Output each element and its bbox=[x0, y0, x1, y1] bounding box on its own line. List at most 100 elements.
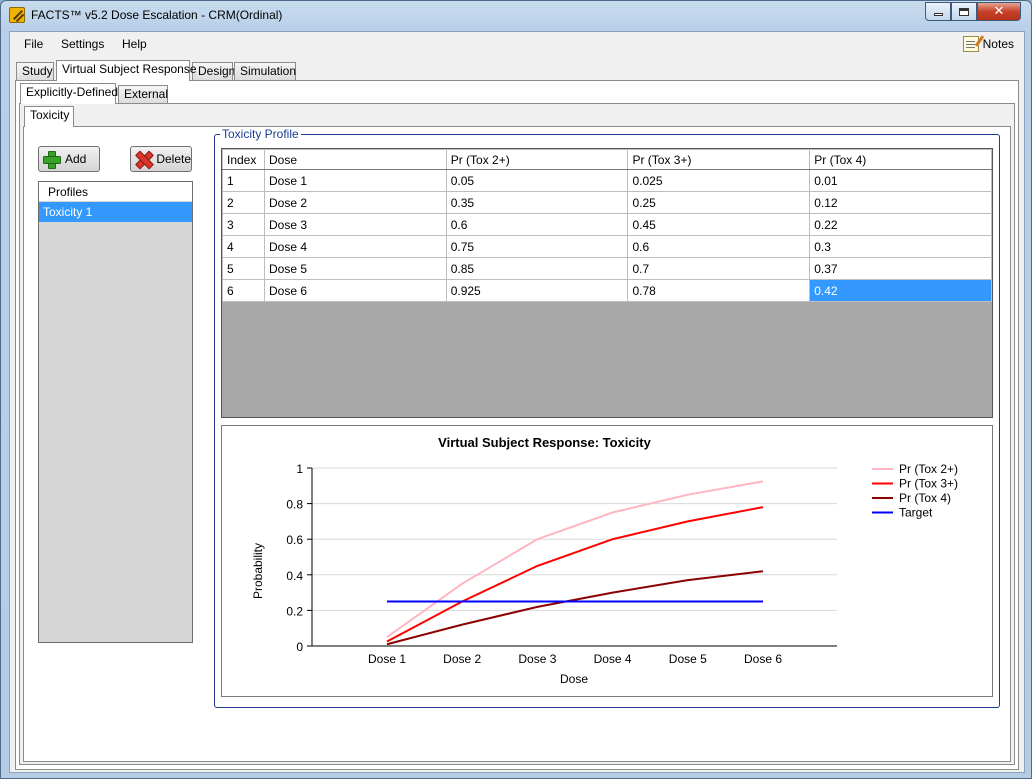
y-tick-label: 0.2 bbox=[286, 604, 303, 618]
cell-dose[interactable]: Dose 4 bbox=[263, 235, 447, 258]
cell-index[interactable]: 2 bbox=[222, 191, 265, 214]
profile-item-toxicity-1[interactable]: Toxicity 1 bbox=[39, 202, 192, 222]
cell-pr-tox-3plus[interactable]: 0.7 bbox=[627, 257, 811, 280]
legend-label: Pr (Tox 4) bbox=[899, 491, 951, 505]
table-row[interactable]: 4 Dose 4 0.75 0.6 0.3 bbox=[222, 235, 992, 258]
table-row[interactable]: 3 Dose 3 0.6 0.45 0.22 bbox=[222, 213, 992, 236]
cell-index[interactable]: 6 bbox=[222, 279, 265, 302]
y-tick-label: 0 bbox=[296, 640, 303, 654]
delete-button[interactable]: Delete bbox=[130, 146, 192, 172]
y-tick-label: 0.6 bbox=[286, 533, 303, 547]
virtual-subject-response-panel: Explicitly-Defined External Toxicity Add… bbox=[15, 80, 1019, 770]
x-tick-label: Dose 4 bbox=[594, 652, 632, 666]
client-area: File Settings Help Notes Study Virtual S… bbox=[9, 31, 1025, 773]
profiles-list[interactable]: Profiles Toxicity 1 bbox=[38, 181, 193, 643]
menu-bar: File Settings Help Notes bbox=[10, 32, 1024, 56]
cell-dose[interactable]: Dose 5 bbox=[263, 257, 447, 280]
window-title: FACTS™ v5.2 Dose Escalation - CRM(Ordina… bbox=[31, 8, 283, 22]
minimize-button[interactable] bbox=[925, 2, 951, 21]
table-row[interactable]: 1 Dose 1 0.05 0.025 0.01 bbox=[222, 169, 992, 192]
column-header-pr-tox-4[interactable]: Pr (Tox 4) bbox=[809, 149, 992, 170]
tab-explicitly-defined[interactable]: Explicitly-Defined bbox=[20, 83, 118, 104]
cell-pr-tox-3plus[interactable]: 0.45 bbox=[627, 213, 811, 236]
cell-pr-tox-4[interactable]: 0.42 bbox=[809, 279, 992, 302]
toxicity-profile-grid[interactable]: Index Dose Pr (Tox 2+) Pr (Tox 3+) Pr (T… bbox=[221, 148, 993, 418]
cell-pr-tox-4[interactable]: 0.3 bbox=[809, 235, 992, 258]
table-row[interactable]: 2 Dose 2 0.35 0.25 0.12 bbox=[222, 191, 992, 214]
toxicity-profile-group: Toxicity Profile Index Dose Pr (Tox 2+) … bbox=[214, 127, 1000, 708]
profiles-list-header[interactable]: Profiles bbox=[39, 182, 192, 202]
y-tick-label: 1 bbox=[296, 462, 303, 476]
cell-dose[interactable]: Dose 2 bbox=[263, 191, 447, 214]
close-icon: ✕ bbox=[993, 4, 1005, 19]
column-header-dose[interactable]: Dose bbox=[263, 149, 447, 170]
sub-tab-strip: Explicitly-Defined External bbox=[20, 83, 1010, 104]
y-tick-label: 0.4 bbox=[286, 569, 303, 583]
cell-pr-tox-3plus[interactable]: 0.025 bbox=[627, 169, 811, 192]
menu-help[interactable]: Help bbox=[122, 37, 147, 51]
tab-virtual-subject-response[interactable]: Virtual Subject Response bbox=[56, 60, 197, 81]
y-tick-label: 0.8 bbox=[286, 498, 303, 512]
cell-dose[interactable]: Dose 3 bbox=[263, 213, 447, 236]
cell-pr-tox-2plus[interactable]: 0.925 bbox=[445, 279, 629, 302]
tab-toxicity[interactable]: Toxicity bbox=[24, 106, 74, 127]
x-tick-label: Dose 1 bbox=[368, 652, 406, 666]
x-tick-label: Dose 5 bbox=[669, 652, 707, 666]
cell-dose[interactable]: Dose 6 bbox=[263, 279, 447, 302]
column-header-index[interactable]: Index bbox=[222, 149, 265, 170]
series-line-3 bbox=[386, 570, 764, 646]
cell-index[interactable]: 4 bbox=[222, 235, 265, 258]
app-logo-icon bbox=[9, 7, 25, 23]
cell-index[interactable]: 1 bbox=[222, 169, 265, 192]
table-row[interactable]: 6 Dose 6 0.925 0.78 0.42 bbox=[222, 279, 992, 302]
cell-pr-tox-2plus[interactable]: 0.85 bbox=[445, 257, 629, 280]
maximize-button[interactable] bbox=[951, 2, 977, 21]
chart-canvas: Virtual Subject Response: Toxicity 0 0.2 0.… bbox=[251, 435, 958, 686]
cell-dose[interactable]: Dose 1 bbox=[263, 169, 447, 192]
column-header-pr-tox-3plus[interactable]: Pr (Tox 3+) bbox=[627, 149, 811, 170]
notepad-icon bbox=[962, 36, 979, 52]
column-header-pr-tox-2plus[interactable]: Pr (Tox 2+) bbox=[445, 149, 629, 170]
tab-simulation[interactable]: Simulation bbox=[234, 62, 296, 80]
cell-pr-tox-2plus[interactable]: 0.35 bbox=[445, 191, 629, 214]
delete-icon bbox=[135, 151, 150, 167]
notes-label: Notes bbox=[982, 37, 1014, 51]
notes-button[interactable]: Notes bbox=[962, 36, 1014, 52]
series-line-1 bbox=[386, 480, 764, 638]
grid-header-row: Index Dose Pr (Tox 2+) Pr (Tox 3+) Pr (T… bbox=[222, 149, 992, 170]
cell-pr-tox-4[interactable]: 0.22 bbox=[809, 213, 992, 236]
tab-external[interactable]: External bbox=[118, 85, 168, 103]
minimize-icon bbox=[933, 13, 943, 16]
cell-pr-tox-3plus[interactable]: 0.6 bbox=[627, 235, 811, 258]
x-tick-label: Dose 3 bbox=[518, 652, 556, 666]
cell-pr-tox-3plus[interactable]: 0.25 bbox=[627, 191, 811, 214]
menu-file[interactable]: File bbox=[24, 37, 43, 51]
inner-tab-strip: Toxicity bbox=[24, 106, 1004, 127]
add-button-label: Add bbox=[65, 152, 87, 166]
cell-pr-tox-2plus[interactable]: 0.75 bbox=[445, 235, 629, 258]
legend-label: Target bbox=[899, 506, 933, 520]
app-window: FACTS™ v5.2 Dose Escalation - CRM(Ordina… bbox=[0, 0, 1032, 779]
cell-pr-tox-4[interactable]: 0.12 bbox=[809, 191, 992, 214]
cell-pr-tox-4[interactable]: 0.37 bbox=[809, 257, 992, 280]
x-tick-label: Dose 2 bbox=[443, 652, 481, 666]
cell-pr-tox-2plus[interactable]: 0.6 bbox=[445, 213, 629, 236]
explicitly-defined-panel: Toxicity Add Delete Profiles Toxicity 1 bbox=[19, 103, 1015, 765]
menu-settings[interactable]: Settings bbox=[61, 37, 104, 51]
cell-pr-tox-3plus[interactable]: 0.78 bbox=[627, 279, 811, 302]
maximize-icon bbox=[959, 7, 969, 16]
tab-study[interactable]: Study bbox=[16, 62, 54, 80]
tab-design[interactable]: Design bbox=[192, 62, 235, 80]
x-axis-label: Dose bbox=[560, 672, 588, 686]
toxicity-panel: Add Delete Profiles Toxicity 1 Toxicity … bbox=[23, 126, 1011, 762]
legend-label: Pr (Tox 2+) bbox=[899, 462, 958, 476]
cell-index[interactable]: 3 bbox=[222, 213, 265, 236]
add-button[interactable]: Add bbox=[38, 146, 100, 172]
chart-title: Virtual Subject Response: Toxicity bbox=[438, 435, 651, 450]
toxicity-chart: Virtual Subject Response: Toxicity 0 0.2 0.… bbox=[221, 425, 993, 697]
close-button[interactable]: ✕ bbox=[977, 2, 1021, 21]
table-row[interactable]: 5 Dose 5 0.85 0.7 0.37 bbox=[222, 257, 992, 280]
cell-pr-tox-2plus[interactable]: 0.05 bbox=[445, 169, 629, 192]
cell-pr-tox-4[interactable]: 0.01 bbox=[809, 169, 992, 192]
cell-index[interactable]: 5 bbox=[222, 257, 265, 280]
